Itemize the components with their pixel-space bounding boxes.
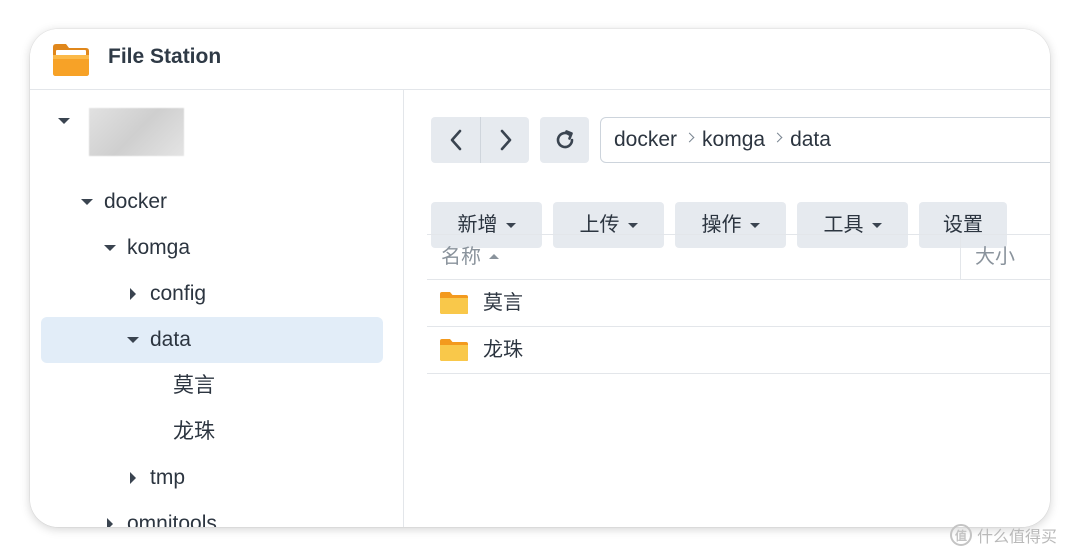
- table-row[interactable]: 莫言: [427, 280, 1050, 327]
- grid-header: 名称 大小: [427, 234, 1050, 280]
- sort-ascending-icon: [489, 254, 499, 259]
- folder-icon: [440, 292, 468, 314]
- refresh-button[interactable]: [540, 117, 589, 163]
- refresh-icon: [556, 130, 573, 149]
- breadcrumb-data[interactable]: data: [790, 128, 831, 152]
- app-title: File Station: [108, 45, 222, 68]
- breadcrumb-chevron-icon: [774, 131, 781, 149]
- tree-item-omnitools[interactable]: omnitools: [41, 501, 383, 527]
- folder-tree: docker komga config data 莫言 龙珠 tmp omnit…: [30, 90, 404, 527]
- column-header-size[interactable]: 大小: [975, 235, 1015, 279]
- caret-down-icon[interactable]: [125, 317, 141, 363]
- file-station-window: File Station docker komga config data 莫言…: [30, 29, 1050, 527]
- caret-down-icon: [627, 223, 638, 228]
- file-name: 莫言: [483, 292, 523, 314]
- back-button[interactable]: [431, 117, 480, 163]
- tree-item-label: komga: [127, 236, 191, 259]
- column-divider[interactable]: [960, 235, 961, 279]
- tree-item-label: 莫言: [173, 374, 215, 397]
- chevron-right-icon: [500, 129, 511, 151]
- chevron-left-icon: [450, 129, 461, 151]
- table-row[interactable]: 龙珠: [427, 327, 1050, 374]
- file-list-panel: docker komga data 新增 上传 操作 工具 设置 名称 大小 莫…: [404, 90, 1050, 527]
- folder-icon: [440, 339, 468, 361]
- tree-item-label: data: [150, 328, 191, 351]
- caret-right-icon[interactable]: [102, 501, 118, 527]
- caret-down-icon: [871, 223, 882, 228]
- folder-app-icon: [53, 44, 89, 76]
- watermark-text: 什么值得买: [977, 529, 1058, 546]
- column-name-label: 名称: [441, 246, 481, 268]
- breadcrumb-docker[interactable]: docker: [614, 128, 677, 152]
- breadcrumb-komga[interactable]: komga: [702, 128, 765, 152]
- path-bar[interactable]: docker komga data: [600, 117, 1050, 163]
- tree-item-docker[interactable]: docker: [41, 179, 383, 225]
- file-name: 龙珠: [483, 339, 523, 361]
- caret-down-icon[interactable]: [56, 98, 72, 144]
- watermark-logo-icon: 值: [950, 524, 972, 546]
- tree-item-tmp[interactable]: tmp: [41, 455, 383, 501]
- caret-right-icon[interactable]: [125, 271, 141, 317]
- create-button-label: 新增: [457, 214, 498, 236]
- caret-down-icon: [505, 223, 516, 228]
- tree-item-label: docker: [104, 190, 168, 213]
- caret-down-icon[interactable]: [79, 179, 95, 225]
- settings-button-label: 设置: [943, 214, 983, 236]
- caret-down-icon: [749, 223, 760, 228]
- tree-item-root[interactable]: [41, 98, 383, 156]
- column-header-name[interactable]: 名称: [441, 235, 499, 279]
- tree-item-label: config: [150, 282, 207, 305]
- tools-button-label: 工具: [823, 214, 864, 236]
- forward-button[interactable]: [481, 117, 530, 163]
- watermark: 值 什么值得买: [950, 520, 1057, 550]
- tree-item-label: 龙珠: [173, 420, 215, 443]
- history-nav-group: [431, 117, 529, 163]
- tree-item-data[interactable]: data: [41, 317, 383, 363]
- action-button-label: 操作: [701, 214, 742, 236]
- tree-item-label: omnitools: [127, 512, 217, 527]
- tree-item-config[interactable]: config: [41, 271, 383, 317]
- title-bar: File Station: [30, 29, 1050, 90]
- blurred-root-label: [89, 108, 184, 156]
- caret-right-icon[interactable]: [125, 455, 141, 501]
- tree-item-dragonball[interactable]: 龙珠: [41, 409, 383, 455]
- tree-item-komga[interactable]: komga: [41, 225, 383, 271]
- upload-button-label: 上传: [579, 214, 620, 236]
- breadcrumb-chevron-icon: [686, 131, 693, 149]
- tree-item-label: tmp: [150, 466, 186, 489]
- caret-down-icon[interactable]: [102, 225, 118, 271]
- tree-item-moyan[interactable]: 莫言: [41, 363, 383, 409]
